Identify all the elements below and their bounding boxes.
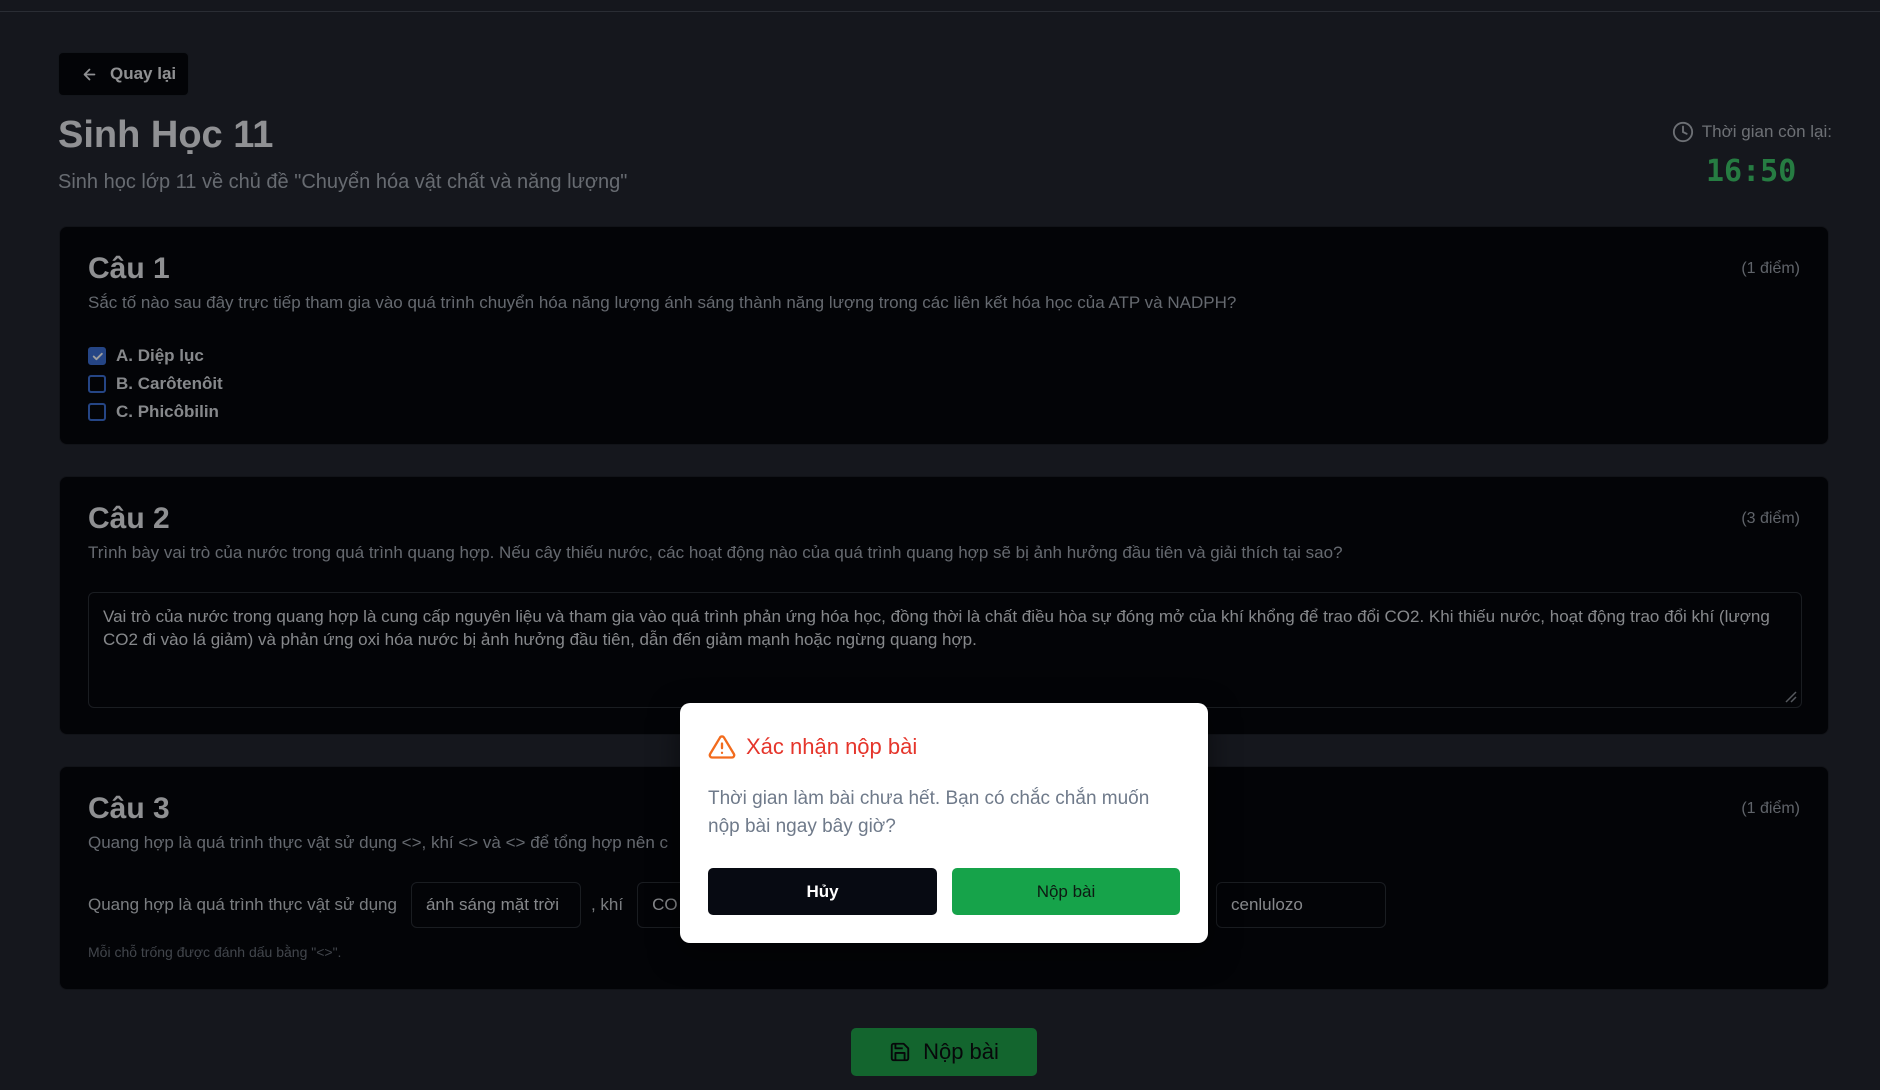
- option-c[interactable]: C. Phicôbilin: [88, 398, 223, 426]
- checkbox-checked[interactable]: [88, 347, 106, 365]
- answer-text: Vai trò của nước trong quang hợp là cung…: [103, 607, 1770, 649]
- timer-label-row: Thời gian còn lại:: [1672, 121, 1832, 143]
- option-label: B. Carôtenôit: [116, 374, 223, 393]
- question-text: Sắc tố nào sau đây trực tiếp tham gia và…: [88, 293, 1237, 312]
- arrow-left-icon: [83, 68, 96, 80]
- resize-grip-icon[interactable]: [1783, 689, 1797, 703]
- option-b[interactable]: B. Carôtenôit: [88, 370, 223, 398]
- page-subtitle: Sinh học lớp 11 về chủ đề "Chuyển hóa vậ…: [58, 171, 628, 193]
- back-label: Quay lại: [110, 64, 177, 83]
- question-title: Câu 3: [88, 792, 170, 825]
- question-card-1: Câu 1 (1 điểm) Sắc tố nào sau đây trực t…: [59, 226, 1829, 445]
- dialog-message: Thời gian làm bài chưa hết. Bạn có chắc …: [708, 788, 1150, 837]
- question-text: Quang hợp là quá trình thực vật sử dụng …: [88, 833, 669, 852]
- check-icon: [92, 352, 103, 360]
- blank-value: cenlulozo: [1231, 895, 1303, 914]
- fill-hint: Mỗi chỗ trống được đánh dấu bằng "<>".: [88, 944, 342, 960]
- question-text: Trình bày vai trò của nước trong quá trì…: [88, 543, 1343, 562]
- save-icon: [890, 1042, 910, 1062]
- question-title: Câu 2: [88, 502, 170, 535]
- options-list: A. Diệp lục B. Carôtenôit C. Phicôbilin: [88, 342, 223, 426]
- blank-value: ánh sáng mặt trời: [425, 895, 559, 914]
- dialog-header: Xác nhận nộp bài: [708, 733, 917, 761]
- blank-input-4[interactable]: cenlulozo: [1216, 882, 1386, 928]
- fill-separator: , khí: [590, 895, 624, 914]
- question-points: (3 điểm): [1741, 510, 1800, 527]
- confirm-submit-dialog: Xác nhận nộp bài Thời gian làm bài chưa …: [680, 703, 1208, 943]
- timer-label: Thời gian còn lại:: [1701, 122, 1832, 141]
- blank-input-1[interactable]: ánh sáng mặt trời: [410, 882, 581, 928]
- back-button[interactable]: Quay lại: [58, 52, 189, 96]
- question-points: (1 điểm): [1741, 260, 1800, 277]
- answer-textarea[interactable]: Vai trò của nước trong quang hợp là cung…: [88, 592, 1802, 708]
- submit-button[interactable]: Nộp bài: [851, 1028, 1037, 1076]
- timer-value: 16:50: [1706, 154, 1797, 189]
- clock-icon: [1672, 121, 1693, 143]
- checkbox[interactable]: [88, 403, 106, 421]
- confirm-submit-button[interactable]: Nộp bài: [952, 868, 1180, 915]
- question-card-2: Câu 2 (3 điểm) Trình bày vai trò của nướ…: [59, 476, 1829, 735]
- option-a[interactable]: A. Diệp lục: [88, 342, 223, 370]
- question-points: (1 điểm): [1741, 800, 1800, 817]
- fill-blank-row: Quang hợp là quá trình thực vật sử dụng …: [88, 882, 738, 928]
- blank-value: CO: [652, 895, 678, 914]
- option-label: C. Phicôbilin: [116, 402, 219, 421]
- warning-icon: [708, 735, 736, 759]
- question-title: Câu 1: [88, 252, 170, 285]
- option-label: A. Diệp lục: [116, 346, 204, 365]
- dialog-title: Xác nhận nộp bài: [746, 734, 918, 759]
- submit-label: Nộp bài: [923, 1039, 999, 1064]
- fill-prefix: Quang hợp là quá trình thực vật sử dụng: [88, 895, 397, 914]
- checkbox[interactable]: [88, 375, 106, 393]
- page-title: Sinh Học 11: [58, 114, 274, 156]
- cancel-button[interactable]: Hủy: [708, 868, 937, 915]
